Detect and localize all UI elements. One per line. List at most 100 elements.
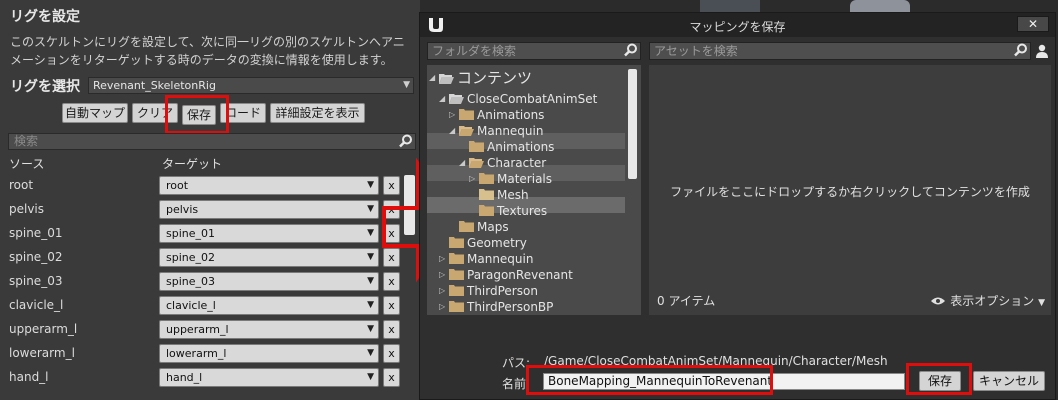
bone-search-input[interactable]: 検索 bbox=[8, 133, 416, 150]
source-bone: clavicle_l bbox=[9, 298, 64, 312]
tree-item-geometry[interactable]: Geometry bbox=[449, 235, 527, 251]
tree-label: ThirdPersonBP bbox=[467, 300, 554, 314]
source-bone: pelvis bbox=[9, 202, 45, 216]
target-bone-value: upperarm_l bbox=[166, 323, 229, 336]
search-icon bbox=[1014, 43, 1028, 61]
folder-tree: ◢ コンテンツ ◢ CloseCombatAnimSet ▷ Animations ◢… bbox=[427, 65, 641, 315]
tree-label: ParagonRevenant bbox=[467, 268, 573, 282]
source-bone: hand_l bbox=[9, 370, 49, 384]
auto-map-button[interactable]: 自動マップ bbox=[62, 103, 128, 123]
rig-select-label: リグを選択 bbox=[10, 79, 80, 95]
remove-mapping-button[interactable]: x bbox=[383, 320, 400, 339]
tree-item-character[interactable]: ◢ Character bbox=[459, 155, 546, 171]
tree-item-mesh[interactable]: Mesh bbox=[479, 187, 529, 203]
expand-triangle-icon: ◢ bbox=[449, 126, 456, 135]
rig-setup-panel: リグを設定 このスケルトンにリグを設定して、次に同一リグの別のスケルトンへアニメ… bbox=[0, 0, 420, 400]
dialog-titlebar[interactable]: マッピングを保存 ✕ bbox=[420, 13, 1055, 37]
chevron-down-icon: ▼ bbox=[403, 80, 410, 90]
cancel-button[interactable]: キャンセル bbox=[973, 371, 1045, 391]
highlight-save-button bbox=[906, 363, 972, 395]
remove-mapping-button[interactable]: x bbox=[383, 368, 400, 387]
asset-view-area[interactable]: ファイルをここにドロップするか右クリックしてコンテンツを作成 0 アイテム 表示… bbox=[649, 65, 1051, 315]
target-bone-dropdown[interactable]: upperarm_l ▼ bbox=[159, 320, 379, 339]
tree-item-mannequin-root[interactable]: ▷ Mannequin bbox=[439, 251, 533, 267]
tree-item-materials[interactable]: ▷ Materials bbox=[469, 171, 552, 187]
view-options-button[interactable]: 表示オプション ▼ bbox=[930, 292, 1045, 309]
target-bone-value: root bbox=[166, 179, 189, 192]
folder-icon bbox=[449, 301, 464, 312]
source-bone: root bbox=[9, 178, 34, 192]
tree-item-maps[interactable]: Maps bbox=[459, 219, 509, 235]
target-bone-dropdown[interactable]: root ▼ bbox=[159, 176, 379, 195]
close-button[interactable]: ✕ bbox=[1017, 16, 1049, 32]
tree-item-close-combat[interactable]: ◢ CloseCombatAnimSet bbox=[439, 91, 597, 107]
rig-select-dropdown[interactable]: Revenant_SkeletonRig ▼ bbox=[88, 77, 414, 94]
tree-label: Animations bbox=[487, 140, 555, 154]
tree-label: Textures bbox=[497, 204, 548, 218]
folder-icon bbox=[459, 221, 474, 232]
target-bone-dropdown[interactable]: lowerarm_l ▼ bbox=[159, 344, 379, 363]
target-bone-dropdown[interactable]: spine_02 ▼ bbox=[159, 248, 379, 267]
chevron-down-icon: ▼ bbox=[367, 300, 374, 310]
column-header-source: ソース bbox=[9, 157, 45, 171]
tree-item-third-person[interactable]: ▷ ThirdPerson bbox=[439, 283, 538, 299]
folder-tree-scrollbar[interactable] bbox=[628, 69, 637, 179]
bone-mapping-row: spine_02 spine_02 ▼ x bbox=[0, 246, 405, 270]
remove-mapping-button[interactable]: x bbox=[383, 296, 400, 315]
tree-label: Character bbox=[487, 156, 547, 170]
folder-icon bbox=[469, 141, 484, 152]
target-bone-dropdown[interactable]: pelvis ▼ bbox=[159, 200, 379, 219]
target-bone-value: spine_03 bbox=[166, 275, 216, 288]
target-bone-dropdown[interactable]: spine_01 ▼ bbox=[159, 224, 379, 243]
tree-item-textures[interactable]: Textures bbox=[479, 203, 547, 219]
source-bone: spine_02 bbox=[9, 250, 63, 264]
target-bone-value: hand_l bbox=[166, 371, 203, 384]
tree-item-mannequin[interactable]: ◢ Mannequin bbox=[449, 123, 543, 139]
source-bone: spine_03 bbox=[9, 274, 63, 288]
tree-label: Animations bbox=[477, 108, 545, 122]
chevron-down-icon: ▼ bbox=[367, 252, 374, 262]
collapse-triangle-icon: ▷ bbox=[439, 302, 446, 311]
panel-title: リグを設定 bbox=[10, 9, 80, 25]
source-bone: lowerarm_l bbox=[9, 346, 75, 360]
folder-open-icon bbox=[469, 158, 484, 168]
collapse-triangle-icon: ▷ bbox=[439, 270, 446, 279]
tree-item-animations[interactable]: ▷ Animations bbox=[449, 107, 544, 123]
chevron-down-icon: ▼ bbox=[367, 180, 374, 190]
source-bone: spine_01 bbox=[9, 226, 63, 240]
search-icon bbox=[624, 43, 638, 61]
background-scene bbox=[700, 0, 760, 12]
target-bone-value: pelvis bbox=[166, 203, 199, 216]
bone-mapping-row: spine_01 spine_01 ▼ x bbox=[0, 222, 405, 246]
folder-icon bbox=[449, 285, 464, 296]
bone-mapping-row: spine_03 spine_03 ▼ x bbox=[0, 270, 405, 294]
folder-open-icon bbox=[439, 74, 454, 84]
remove-mapping-button[interactable]: x bbox=[383, 344, 400, 363]
tree-item-animations-sub[interactable]: Animations bbox=[469, 139, 554, 155]
folder-icon bbox=[449, 237, 464, 248]
tree-item-paragon[interactable]: ▷ ParagonRevenant bbox=[439, 267, 573, 283]
chevron-down-icon: ▼ bbox=[367, 204, 374, 214]
target-bone-dropdown[interactable]: hand_l ▼ bbox=[159, 368, 379, 387]
bone-mapping-row: lowerarm_l lowerarm_l ▼ x bbox=[0, 342, 405, 366]
target-bone-dropdown[interactable]: clavicle_l ▼ bbox=[159, 296, 379, 315]
target-bone-value: spine_01 bbox=[166, 227, 216, 240]
folder-search-input[interactable]: フォルダを検索 bbox=[427, 42, 641, 60]
advanced-settings-button[interactable]: 詳細設定を表示 bbox=[270, 103, 365, 123]
tree-label: Materials bbox=[497, 172, 553, 186]
tree-item-third-person-bp[interactable]: ▷ ThirdPersonBP bbox=[439, 299, 553, 315]
target-bone-value: clavicle_l bbox=[166, 299, 216, 312]
panel-description: このスケルトンにリグを設定して、次に同一リグの別のスケルトンへアニメーションをリ… bbox=[10, 35, 405, 67]
tree-item-content[interactable]: ◢ コンテンツ bbox=[429, 69, 532, 87]
folder-icon bbox=[479, 189, 494, 200]
asset-search-input[interactable]: アセットを検索 bbox=[649, 42, 1031, 60]
tree-label: コンテンツ bbox=[457, 69, 533, 87]
target-bone-dropdown[interactable]: spine_03 ▼ bbox=[159, 272, 379, 291]
tree-label: Mannequin bbox=[467, 252, 534, 266]
target-bone-value: spine_02 bbox=[166, 251, 216, 264]
person-icon[interactable] bbox=[1034, 42, 1050, 60]
tree-label: CloseCombatAnimSet bbox=[467, 92, 598, 106]
dialog-title: マッピングを保存 bbox=[689, 20, 786, 34]
bone-mapping-row: upperarm_l upperarm_l ▼ x bbox=[0, 318, 405, 342]
folder-search-placeholder: フォルダを検索 bbox=[432, 44, 517, 58]
